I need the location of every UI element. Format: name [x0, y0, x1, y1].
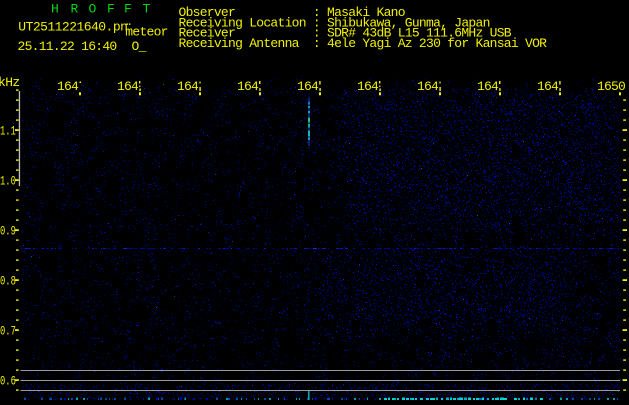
svg-text:164: 164 [297, 79, 319, 94]
svg-text:164: 164 [417, 79, 439, 94]
svg-text:164: 164 [117, 79, 139, 94]
svg-text:1650: 1650 [597, 79, 625, 94]
svg-text:25.11.22 16:40: 25.11.22 16:40 [18, 39, 117, 54]
svg-text:1.0: 1.0 [0, 175, 16, 189]
svg-text:164: 164 [57, 79, 79, 94]
svg-text:0.6: 0.6 [0, 375, 16, 389]
svg-text:164: 164 [477, 79, 499, 94]
svg-text:Receiving Antenna : 4ele Yagi: Receiving Antenna : 4ele Yagi Az 230 for… [179, 36, 548, 51]
svg-text:164: 164 [357, 79, 379, 94]
svg-text:0.8: 0.8 [0, 275, 16, 289]
svg-text:1.1: 1.1 [0, 125, 16, 139]
svg-text:0.9: 0.9 [0, 225, 16, 239]
svg-text:meteor: meteor [125, 24, 167, 39]
svg-text:kHz: kHz [0, 75, 20, 90]
svg-text:UT2511221640.pn: UT2511221640.pn [18, 20, 127, 35]
svg-text:164: 164 [177, 79, 199, 94]
svg-text:O_: O_ [132, 39, 147, 54]
svg-text:0.7: 0.7 [0, 325, 16, 339]
svg-text:164: 164 [537, 79, 559, 94]
svg-text:164: 164 [237, 79, 259, 94]
